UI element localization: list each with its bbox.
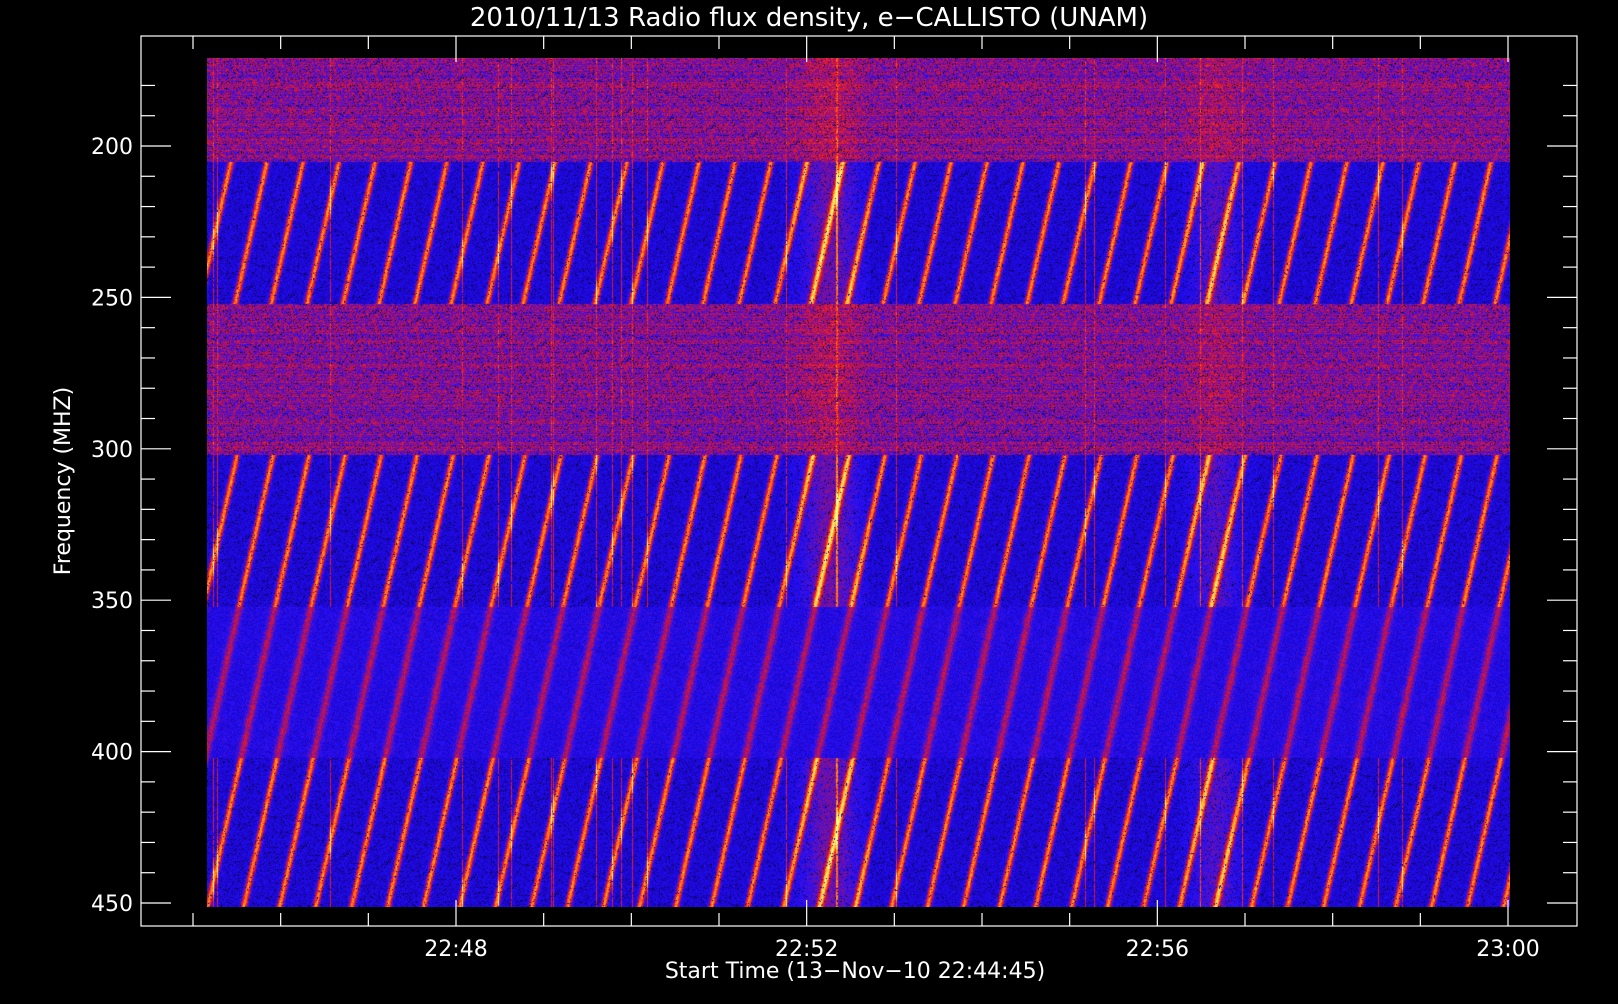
y-tick-label: 400 [91,741,133,766]
y-tick-label: 350 [91,589,133,614]
y-tick-label: 450 [91,892,133,917]
y-tick-label: 250 [91,286,133,311]
spectrogram-figure: 200 250 300 350 400 450 22:48 22:52 22:56 23:00 2… [0,0,1618,1000]
y-tick-label: 200 [91,135,133,160]
x-tick-label: 22:56 [1126,937,1189,962]
x-axis-label: Start Time (13−Nov−10 22:44:45) [665,959,1045,984]
y-tick-label: 300 [91,438,133,463]
heatmap-canvas [207,58,1510,907]
spectrogram-chart: 20025030035040045022:48 22:52 22:56 23:00 2… [0,0,1618,1000]
chart-title: 2010/11/13 Radio flux density, e−CALLIST… [470,3,1148,33]
x-tick-label: 23:00 [1476,937,1539,962]
x-tick-label: 22:48 [424,937,487,962]
heatmap-area [207,58,1510,907]
y-axis-label: Frequency (MHZ) [51,387,76,575]
